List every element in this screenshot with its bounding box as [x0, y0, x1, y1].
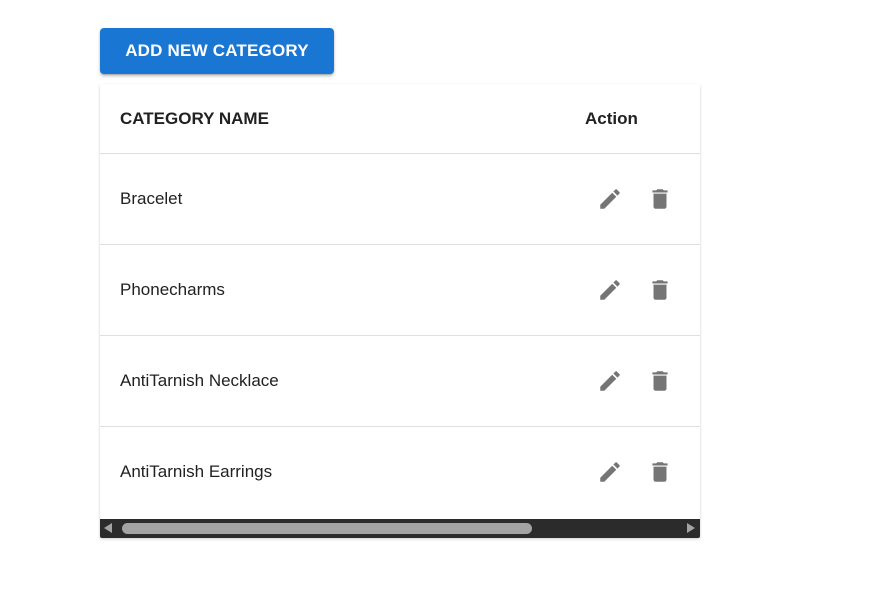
category-name-cell: Phonecharms [120, 280, 225, 299]
table-row: AntiTarnish Necklace [100, 336, 700, 427]
delete-icon [652, 462, 668, 482]
table-header: CATEGORY NAME Action [100, 84, 700, 154]
add-new-category-button[interactable]: ADD NEW CATEGORY [100, 28, 334, 74]
delete-button[interactable] [644, 183, 676, 215]
table-row: Bracelet [100, 154, 700, 245]
edit-button[interactable] [594, 456, 626, 488]
table-row: AntiTarnish Earrings [100, 427, 700, 518]
edit-icon [600, 462, 620, 482]
category-table: CATEGORY NAME Action Bracelet Phonecharm… [100, 84, 700, 538]
column-header-category-name: CATEGORY NAME [120, 109, 269, 128]
category-name-cell: AntiTarnish Necklace [120, 371, 279, 390]
horizontal-scrollbar[interactable] [100, 519, 700, 538]
scroll-left-arrow-icon[interactable] [104, 523, 112, 533]
edit-icon [600, 371, 620, 391]
edit-icon [600, 280, 620, 300]
table-row: Phonecharms [100, 245, 700, 336]
edit-button[interactable] [594, 274, 626, 306]
delete-icon [652, 280, 668, 300]
scrollbar-thumb[interactable] [122, 523, 532, 534]
delete-button[interactable] [644, 365, 676, 397]
scroll-right-arrow-icon[interactable] [687, 523, 695, 533]
edit-icon [600, 189, 620, 209]
delete-button[interactable] [644, 274, 676, 306]
category-name-cell: Bracelet [120, 189, 183, 208]
edit-button[interactable] [594, 183, 626, 215]
delete-button[interactable] [644, 456, 676, 488]
category-name-cell: AntiTarnish Earrings [120, 462, 273, 481]
delete-icon [652, 371, 668, 391]
delete-icon [652, 189, 668, 209]
column-header-action: Action [585, 109, 638, 128]
edit-button[interactable] [594, 365, 626, 397]
table-body: Bracelet Phonecharms AntiTarnish Necklac… [100, 154, 700, 518]
